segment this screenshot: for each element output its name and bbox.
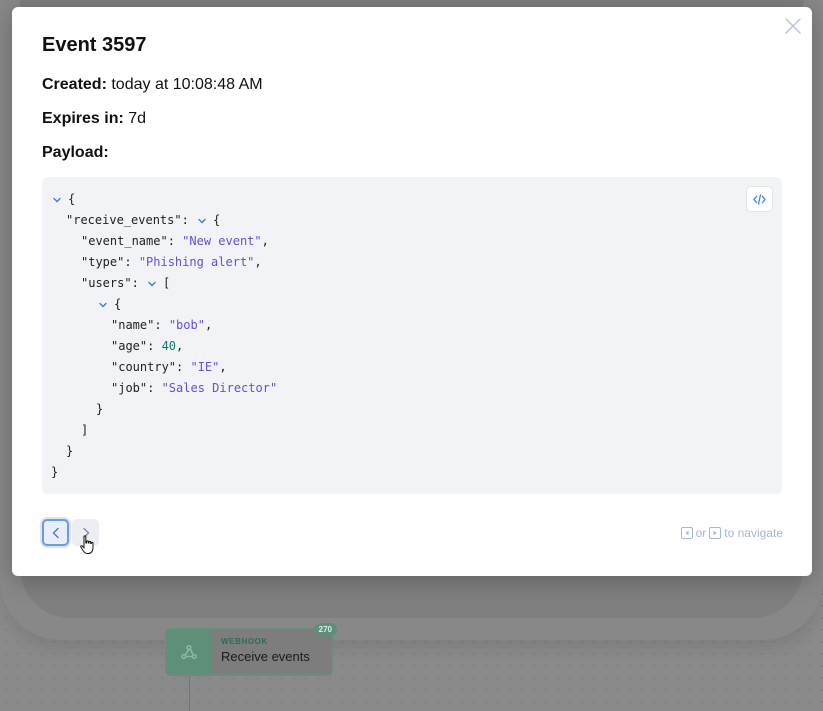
json-line: "type": "Phishing alert", xyxy=(51,252,277,273)
json-key: "receive_events" xyxy=(66,213,182,227)
json-line: { xyxy=(51,189,277,210)
webhook-title: Receive events xyxy=(221,649,310,664)
json-key: "country" xyxy=(111,360,177,374)
webhook-node[interactable]: WEBHOOK Receive events 270 xyxy=(165,623,337,676)
chevron-down-icon[interactable] xyxy=(97,299,109,311)
json-line: } xyxy=(51,465,59,479)
navigation-hint-text: to navigate xyxy=(724,526,783,540)
navigation-hint-or: or xyxy=(695,526,707,540)
json-key: "age" xyxy=(111,339,148,353)
webhook-type-label: WEBHOOK xyxy=(221,637,268,646)
close-icon xyxy=(785,18,801,34)
json-key: "event_name" xyxy=(81,234,168,248)
json-line: "event_name": "New event", xyxy=(51,231,277,252)
json-string-value: "Sales Director" xyxy=(161,381,278,395)
json-line: } xyxy=(66,444,74,458)
json-string-value: "bob" xyxy=(168,318,205,332)
json-line: "users": [ xyxy=(51,273,277,294)
json-line: "age": 40, xyxy=(51,336,277,357)
json-key: "name" xyxy=(111,318,155,332)
json-string-value: "New event" xyxy=(182,234,262,248)
right-arrow-key-icon xyxy=(709,527,722,539)
json-string-value: "IE" xyxy=(190,360,220,374)
json-line: "name": "bob", xyxy=(51,315,277,336)
json-string-value: "Phishing alert" xyxy=(138,255,255,269)
webhook-event-count-badge: 270 xyxy=(313,623,337,636)
json-line: ] xyxy=(81,423,89,437)
json-key: "job" xyxy=(111,381,148,395)
expires-label: Expires in: xyxy=(42,110,124,127)
payload-label-row: Payload: xyxy=(42,144,109,162)
json-line: "receive_events": { xyxy=(51,210,277,231)
json-line: "job": "Sales Director" xyxy=(51,378,277,399)
payload-code-viewer: { "receive_events": { "event_name": "New… xyxy=(42,177,782,494)
expires-row: Expires in: 7d xyxy=(42,110,146,128)
payload-json: { "receive_events": { "event_name": "New… xyxy=(51,189,277,483)
chevron-left-icon xyxy=(52,527,59,538)
json-line: { xyxy=(51,294,277,315)
code-icon xyxy=(753,193,766,205)
created-value: today at 10:08:48 AM xyxy=(111,76,263,93)
chevron-down-icon[interactable] xyxy=(51,194,63,206)
toggle-raw-button[interactable] xyxy=(746,186,773,212)
modal-title: Event 3597 xyxy=(42,34,147,56)
json-key: "type" xyxy=(81,255,125,269)
json-key: "users" xyxy=(81,276,132,290)
expires-value: 7d xyxy=(128,110,147,127)
json-number-value: 40 xyxy=(161,339,177,353)
close-button[interactable] xyxy=(783,16,803,36)
left-arrow-key-icon xyxy=(680,527,693,539)
chevron-down-icon[interactable] xyxy=(146,278,158,290)
json-line: } xyxy=(96,402,104,416)
navigation-hint: or to navigate xyxy=(680,526,783,540)
previous-event-button[interactable] xyxy=(42,519,69,546)
hand-pointer-icon xyxy=(80,535,94,554)
json-line: "country": "IE", xyxy=(51,357,277,378)
webhook-icon xyxy=(167,630,211,674)
created-label: Created: xyxy=(42,76,107,93)
chevron-down-icon[interactable] xyxy=(196,215,208,227)
event-modal: Event 3597 Created: today at 10:08:48 AM… xyxy=(12,7,812,576)
connector-line xyxy=(189,674,190,711)
created-row: Created: today at 10:08:48 AM xyxy=(42,76,263,94)
payload-label: Payload: xyxy=(42,144,109,161)
